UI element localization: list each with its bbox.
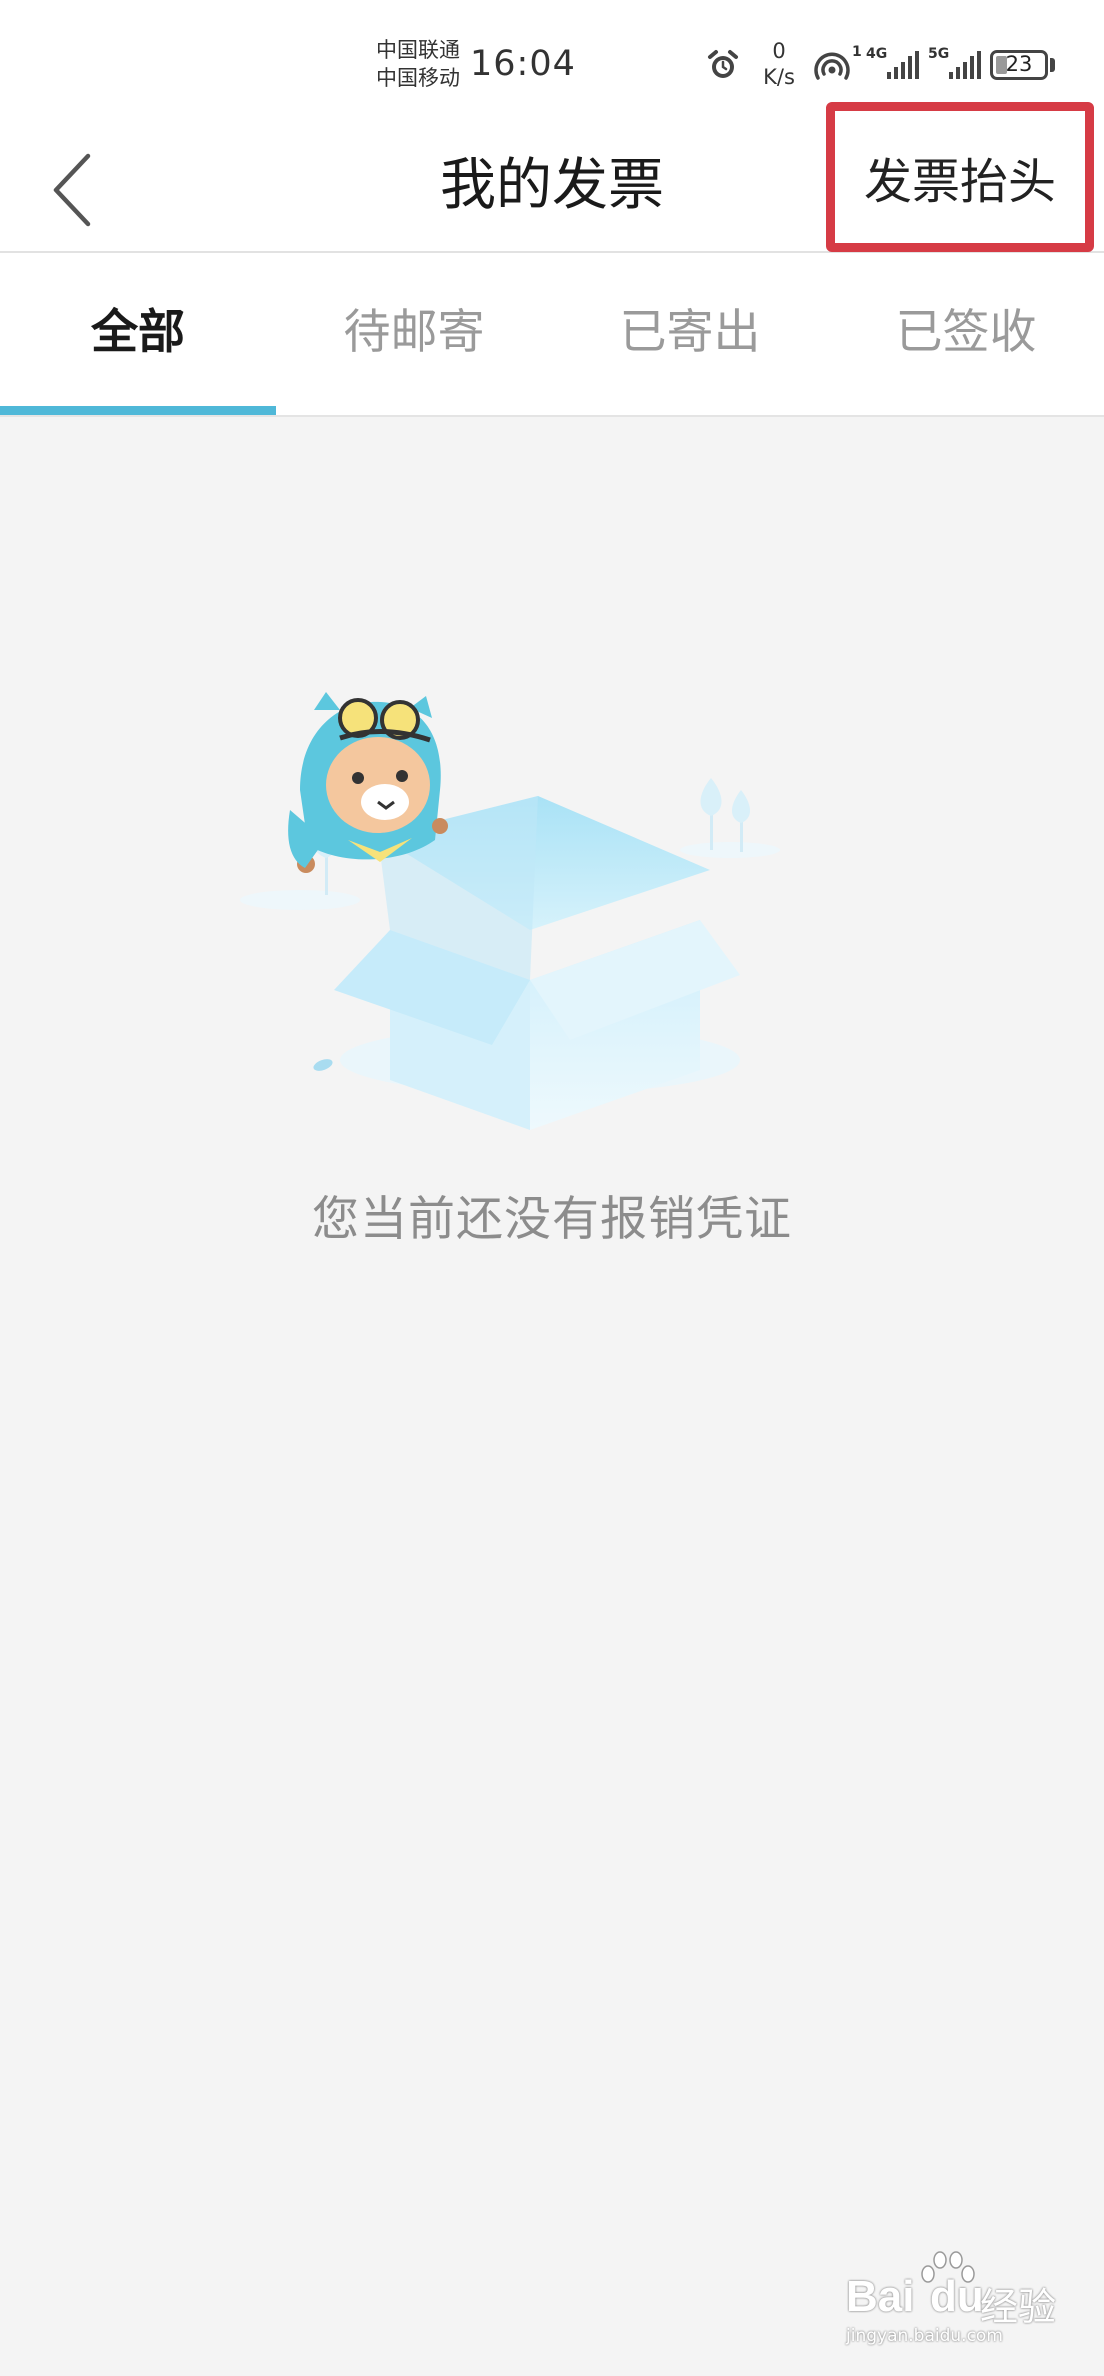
tab-bar: 全部 待邮寄 已寄出 已签收 — [0, 253, 1104, 417]
network-speed-value: 0 — [772, 39, 786, 63]
battery-icon: 23 — [990, 50, 1048, 80]
carrier-1: 中国联通 — [376, 38, 460, 62]
empty-state-message: 您当前还没有报销凭证 — [312, 1192, 792, 1247]
watermark-brand-tail: du — [930, 2272, 984, 2321]
network-speed-unit: K/s — [763, 65, 795, 89]
watermark-brand: Bai — [846, 2272, 915, 2321]
empty-box-illustration — [240, 692, 780, 1130]
tab-all[interactable]: 全部 — [0, 253, 276, 415]
tab-label: 全部 — [91, 304, 185, 360]
invoice-header-button-label: 发票抬头 — [863, 154, 1056, 210]
tab-pending-mail[interactable]: 待邮寄 — [276, 253, 552, 415]
signal-sim2-icon — [949, 51, 981, 79]
chevron-left-icon — [53, 153, 91, 227]
carrier-2: 中国移动 — [376, 66, 460, 90]
battery-tip — [1050, 58, 1055, 72]
tab-label: 已签收 — [895, 304, 1037, 360]
carrier-info: 中国联通 中国移动 — [376, 36, 460, 92]
sim2-network-type: 5G — [928, 46, 950, 62]
baidu-jingyan-watermark: Bai du 经验 jingyan.baidu.com — [846, 2250, 1066, 2350]
alarm-icon — [708, 50, 738, 78]
invoice-header-button[interactable]: 发票抬头 — [826, 102, 1094, 252]
navigation-bar: 我的发票 发票抬头 — [0, 102, 1104, 253]
status-time: 16:04 — [470, 44, 576, 84]
tab-shipped[interactable]: 已寄出 — [552, 253, 828, 415]
watermark-domain: jingyan.baidu.com — [846, 2326, 1003, 2346]
page-title: 我的发票 — [440, 153, 664, 218]
tab-label: 已寄出 — [619, 304, 761, 360]
mascot-icon — [288, 692, 448, 873]
tab-active-indicator — [0, 406, 276, 415]
tree-right-icon — [700, 778, 751, 852]
hotspot-badge: 1 — [852, 44, 862, 60]
battery-level: 23 — [1005, 52, 1033, 76]
sim1-network-type: 4G — [866, 46, 888, 62]
tab-received[interactable]: 已签收 — [828, 253, 1104, 415]
hotspot-icon — [814, 52, 850, 80]
signal-sim1-icon — [887, 51, 919, 79]
watermark-service: 经验 — [980, 2285, 1057, 2329]
back-button[interactable] — [36, 140, 108, 240]
tab-label: 待邮寄 — [343, 304, 485, 360]
network-speed: 0 K/s — [756, 38, 802, 90]
